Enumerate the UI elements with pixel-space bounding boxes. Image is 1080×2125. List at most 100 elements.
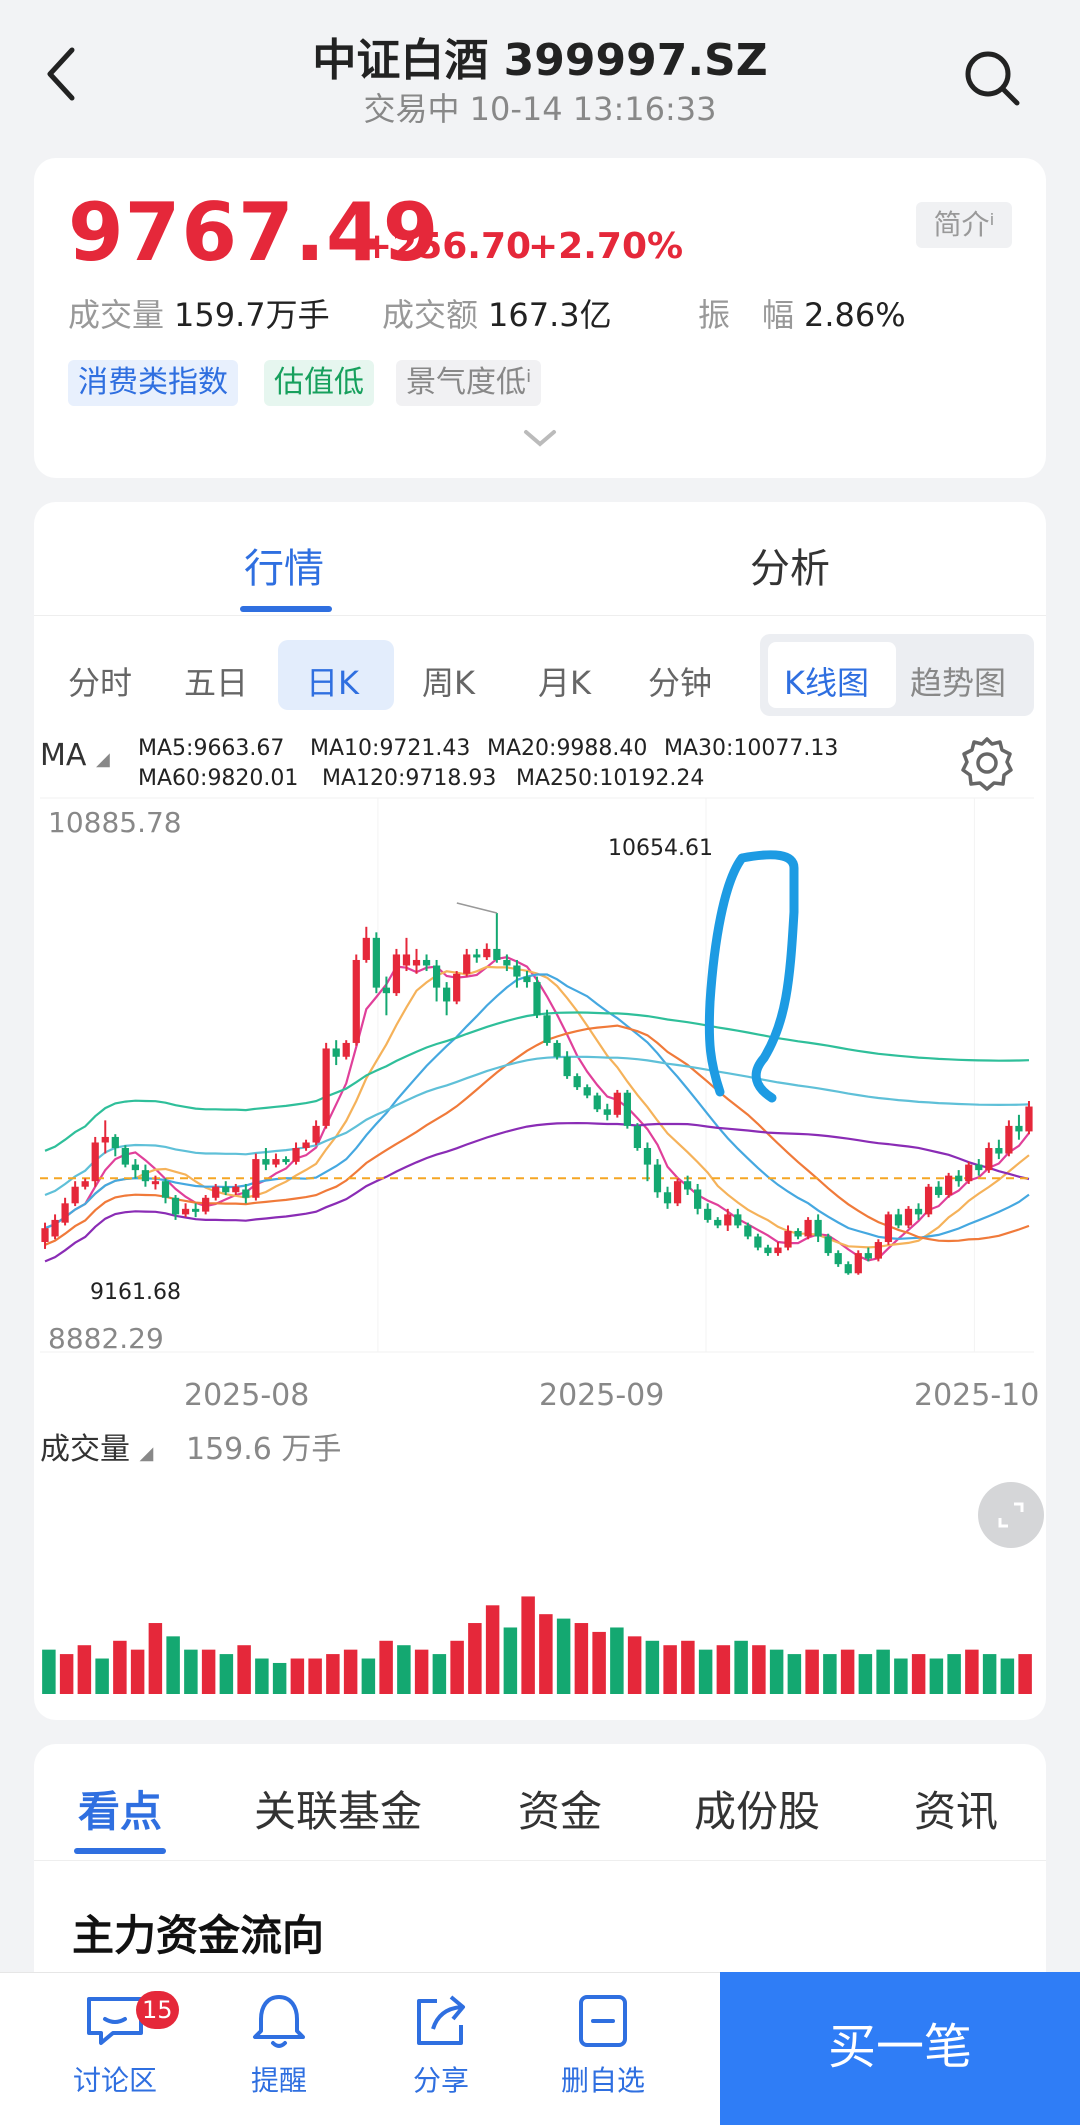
- nav-discussion[interactable]: 讨论区 15: [50, 1991, 180, 2111]
- candle: [81, 1181, 89, 1187]
- volume-bar: [1000, 1658, 1015, 1694]
- candle: [352, 959, 360, 1043]
- volume-bar: [734, 1640, 748, 1694]
- volume-bar: [201, 1649, 216, 1694]
- bell-icon: [253, 1995, 305, 2048]
- volume-bar: [343, 1649, 358, 1694]
- volume-bar: [361, 1658, 376, 1694]
- candle: [41, 1228, 49, 1243]
- candle: [392, 954, 401, 994]
- candle: [824, 1236, 832, 1254]
- volume-bar: [716, 1645, 731, 1694]
- volume-bar: [787, 1654, 802, 1694]
- candle: [704, 1208, 712, 1220]
- candle: [533, 982, 541, 1016]
- candle: [513, 965, 521, 977]
- candle: [422, 959, 431, 966]
- candle: [985, 1148, 993, 1171]
- candle: [443, 987, 451, 1002]
- stat-value: 167.3亿: [488, 296, 612, 334]
- volume-bar: [450, 1640, 464, 1694]
- volume-bar: [521, 1596, 535, 1694]
- volume-bar: [627, 1636, 642, 1694]
- candle: [955, 1175, 963, 1182]
- annotation-bracket: [704, 850, 799, 1103]
- volume-bar: [379, 1640, 393, 1694]
- volume-bar: [414, 1649, 429, 1694]
- expand-chart-button[interactable]: [978, 1482, 1044, 1548]
- nav-share[interactable]: 分享: [376, 1991, 506, 2111]
- candle: [402, 954, 411, 966]
- volume-bar: [911, 1654, 926, 1694]
- candle: [372, 937, 380, 988]
- candlestick-chart[interactable]: [34, 502, 1046, 1720]
- candle: [192, 1208, 200, 1212]
- volume-bar: [77, 1645, 92, 1694]
- candle: [523, 976, 531, 983]
- volume-bar: [113, 1640, 127, 1694]
- candle: [453, 973, 461, 1002]
- candle: [945, 1175, 953, 1196]
- candle: [844, 1264, 852, 1274]
- candle: [573, 1076, 581, 1088]
- volume-bar: [237, 1645, 251, 1694]
- tab-related-funds[interactable]: 关联基金: [254, 1778, 422, 1839]
- volume-bar: [290, 1658, 305, 1694]
- tag-low-valuation[interactable]: 估值低: [264, 360, 374, 406]
- nav-reminder[interactable]: 提醒: [214, 1991, 344, 2111]
- candle: [302, 1142, 310, 1149]
- volume-bar: [858, 1654, 873, 1694]
- price-axis-top: 10885.78: [48, 806, 182, 839]
- candle: [432, 965, 441, 988]
- candle: [834, 1253, 842, 1265]
- intro-button[interactable]: 简介ⁱ: [916, 202, 1012, 248]
- volume-bar: [752, 1645, 766, 1694]
- nav-label: 删自选: [560, 2064, 645, 2097]
- volume-bar: [219, 1654, 234, 1694]
- candle: [904, 1208, 913, 1226]
- volume-selector[interactable]: 成交量 ◢: [40, 1424, 153, 1468]
- candle: [171, 1197, 180, 1215]
- tab-constituents[interactable]: 成份股: [694, 1778, 820, 1839]
- volume-bar: [59, 1654, 74, 1694]
- candle: [784, 1230, 792, 1248]
- tab-news[interactable]: 资讯: [914, 1778, 998, 1839]
- volume-bar: [574, 1623, 589, 1694]
- volume-bar: [929, 1658, 944, 1694]
- volume-bar: [805, 1649, 819, 1694]
- candle: [583, 1087, 591, 1096]
- volume-bar: [397, 1645, 411, 1694]
- candle: [322, 1048, 330, 1126]
- candle: [51, 1219, 59, 1237]
- candle: [653, 1164, 662, 1193]
- candle: [111, 1136, 119, 1149]
- candle: [894, 1214, 903, 1226]
- tag-low-prosperity[interactable]: 景气度低ⁱ: [396, 360, 542, 406]
- chart-card: 行情 分析 分时 五日 日K 周K 月K 分钟 K线图 趋势图 MA ◢ MA5…: [34, 502, 1046, 1720]
- volume-bar: [610, 1627, 624, 1694]
- candle: [995, 1148, 1003, 1154]
- ma250-line: [44, 1011, 1030, 1152]
- search-icon[interactable]: [962, 48, 1022, 108]
- low-mark-label: 9161.68: [90, 1280, 181, 1305]
- x-label: 2025-08: [184, 1378, 310, 1413]
- buy-button[interactable]: 买一笔: [720, 1972, 1080, 2125]
- page-title: 中证白酒 399997.SZ: [312, 35, 768, 86]
- candle: [232, 1186, 240, 1193]
- candle: [623, 1092, 631, 1126]
- candle: [493, 948, 501, 960]
- candle: [1005, 1125, 1013, 1154]
- nav-remove-watchlist[interactable]: 删自选: [538, 1991, 668, 2111]
- candle: [71, 1186, 79, 1204]
- volume-bar: [947, 1654, 961, 1694]
- tag-consumer-index[interactable]: 消费类指数: [68, 360, 238, 406]
- chevron-down-icon[interactable]: [520, 426, 560, 452]
- candle: [965, 1164, 973, 1182]
- section-title: 主力资金流向: [72, 1911, 325, 1960]
- active-tab-indicator: [74, 1848, 166, 1854]
- unread-badge: 15: [136, 1991, 179, 2029]
- tab-capital[interactable]: 资金: [518, 1778, 602, 1839]
- volume-bar: [894, 1658, 908, 1694]
- tab-highlights[interactable]: 看点: [78, 1778, 162, 1839]
- candle: [292, 1148, 300, 1162]
